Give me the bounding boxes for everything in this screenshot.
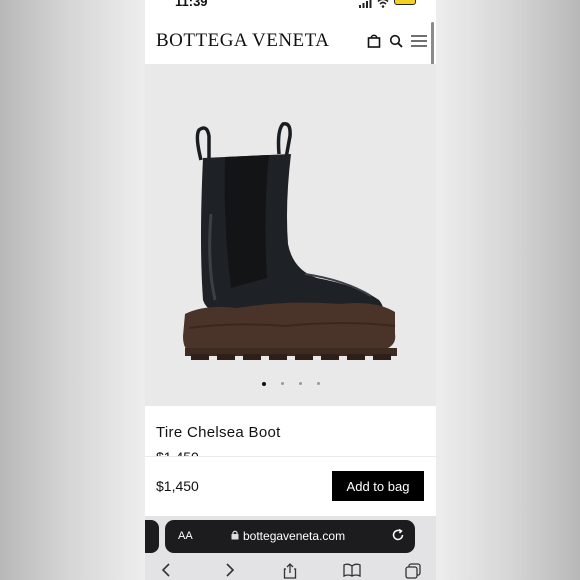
status-bar: 11:39 — [145, 0, 436, 12]
status-time: 11:39 — [175, 0, 208, 9]
browser-toolbar — [145, 560, 436, 580]
product-image-carousel[interactable] — [145, 64, 436, 406]
brand-logo[interactable]: BOTTEGA VENETA — [156, 30, 329, 52]
boot-image — [183, 122, 397, 360]
forward-icon[interactable] — [225, 563, 235, 580]
carousel-dot[interactable] — [298, 382, 302, 385]
sticky-add-to-bag-bar: $1,450 Add to bag — [145, 456, 436, 517]
bookmarks-icon[interactable] — [343, 563, 361, 580]
sticky-price: $1,450 — [156, 478, 199, 494]
reload-icon[interactable] — [391, 528, 405, 547]
status-icons — [359, 0, 416, 8]
search-icon[interactable] — [389, 34, 403, 53]
url-display[interactable]: bottegaveneta.com — [231, 529, 345, 543]
back-icon[interactable] — [161, 563, 171, 580]
carousel-dots — [145, 381, 436, 386]
share-icon[interactable] — [283, 563, 297, 580]
url-text: bottegaveneta.com — [243, 529, 346, 543]
wifi-icon — [377, 0, 389, 8]
address-bar[interactable]: AA bottegaveneta.com — [165, 520, 415, 553]
product-title: Tire Chelsea Boot — [156, 424, 281, 441]
battery-icon — [394, 0, 416, 5]
carousel-dot[interactable] — [280, 382, 284, 385]
lock-icon — [231, 529, 239, 543]
adjacent-tab[interactable] — [145, 520, 159, 553]
header-icons — [367, 34, 427, 53]
carousel-dot-active[interactable] — [261, 381, 266, 386]
signal-icon — [359, 0, 372, 8]
phone-screen: 11:39 BOTTEGA VENETA Tire Chelsea Boot $… — [145, 0, 436, 580]
carousel-dot[interactable] — [316, 382, 320, 385]
browser-chrome: AA bottegaveneta.com — [145, 516, 436, 580]
shopping-bag-icon[interactable] — [367, 34, 381, 53]
tabs-icon[interactable] — [405, 563, 421, 580]
hamburger-menu-icon[interactable] — [411, 34, 427, 53]
aa-button[interactable]: AA — [178, 530, 193, 542]
add-to-bag-button[interactable]: Add to bag — [332, 471, 424, 501]
site-header: BOTTEGA VENETA — [145, 28, 436, 64]
